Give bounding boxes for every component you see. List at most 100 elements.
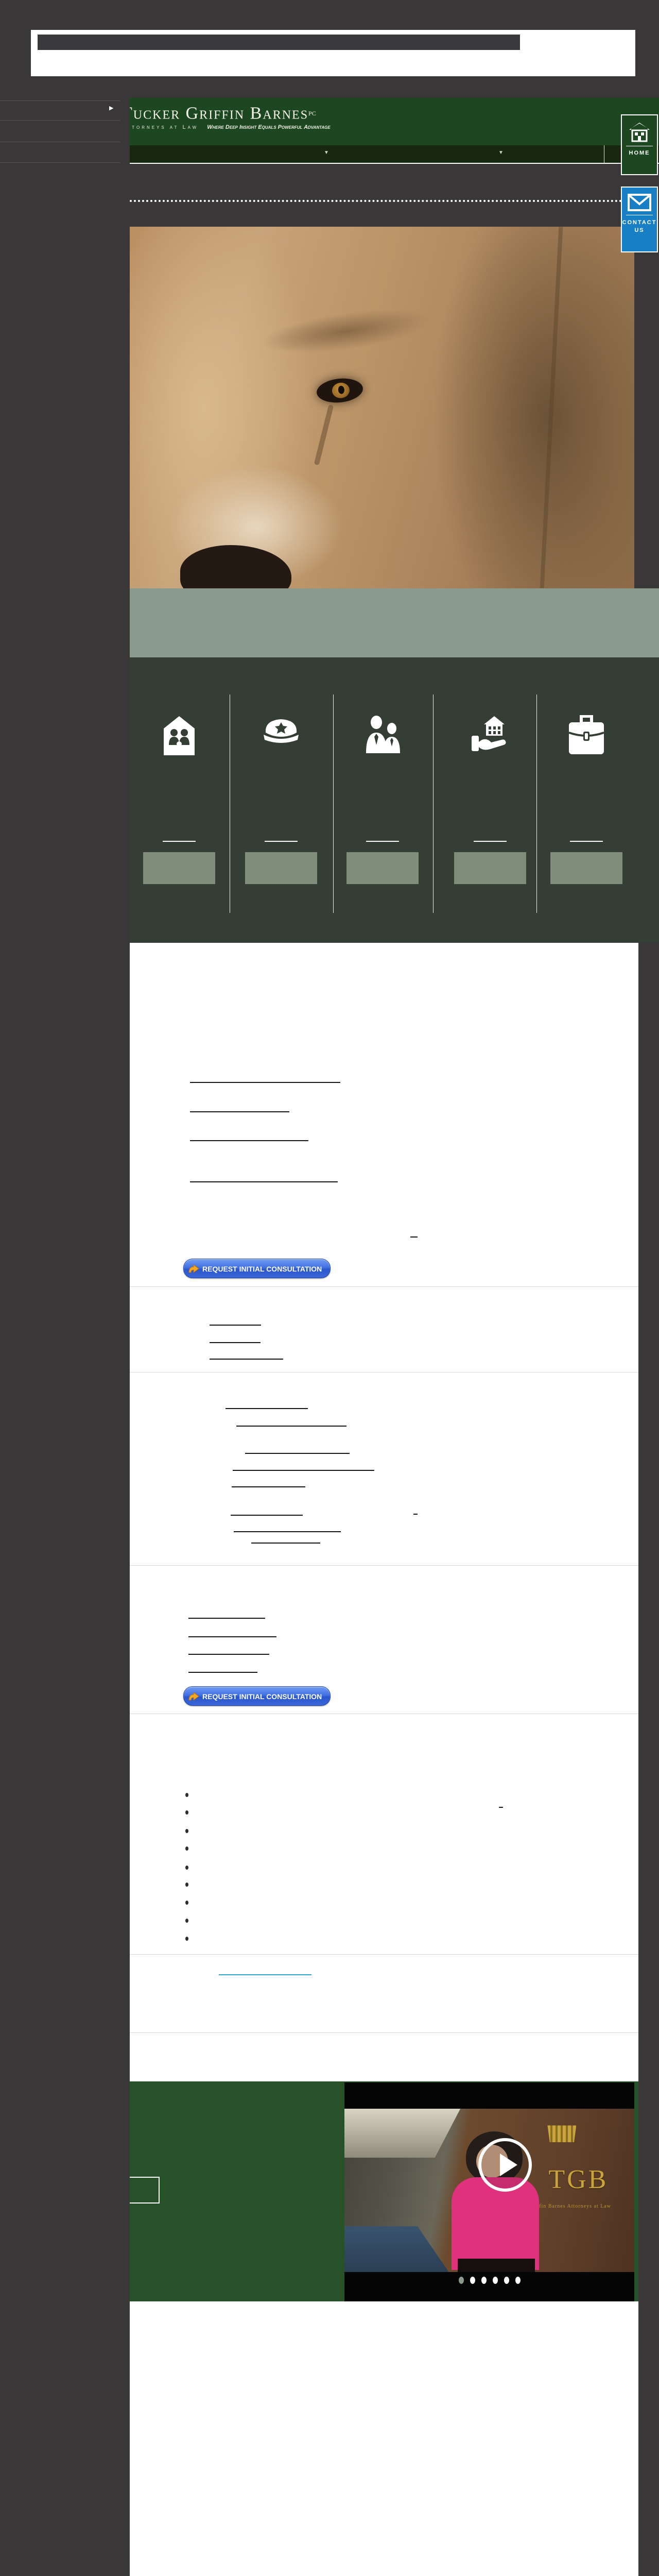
- top-ad-banner-inner: [38, 35, 520, 50]
- site-header: Tucker Griffin BarnesPC Attorneys at Law…: [130, 98, 659, 145]
- icon-underline: [265, 841, 298, 842]
- unloaded-link[interactable]: [245, 1453, 350, 1454]
- list-bullet: [185, 1793, 188, 1797]
- video-section: TGB Tucker Griffin Barnes Attorneys at L…: [130, 2081, 638, 2301]
- home-button-label: HOME: [622, 150, 657, 156]
- lioness-eye: [315, 376, 363, 404]
- home-button[interactable]: HOME: [621, 114, 658, 175]
- sidebar-divider: [0, 120, 120, 121]
- unloaded-link[interactable]: [190, 1111, 289, 1112]
- practice-areas-section: [130, 657, 659, 943]
- list-bullet: [185, 1937, 188, 1941]
- unloaded-link[interactable]: [210, 1359, 283, 1360]
- practice-area-button[interactable]: [143, 852, 215, 884]
- practice-area-button[interactable]: [245, 852, 317, 884]
- chevron-down-icon[interactable]: ▼: [324, 150, 329, 156]
- content-divider: [130, 1565, 638, 1566]
- envelope-icon: [628, 194, 651, 211]
- house-in-hand-icon: [470, 715, 511, 756]
- icon-underline: [570, 841, 603, 842]
- practice-area-business[interactable]: [545, 657, 628, 943]
- list-bullet: [185, 1810, 188, 1815]
- intro-video-player[interactable]: TGB Tucker Griffin Barnes Attorneys at L…: [344, 2082, 634, 2301]
- list-bullet: [185, 1919, 188, 1923]
- practice-area-employment[interactable]: [341, 657, 424, 943]
- icon-underline: [163, 841, 196, 842]
- police-cap-icon: [262, 715, 301, 748]
- list-bullet: [185, 1883, 188, 1887]
- tgb-gold-monogram: TGB: [548, 2164, 608, 2195]
- unloaded-link[interactable]: [234, 1531, 341, 1532]
- request-consultation-button[interactable]: REQUEST INITIAL CONSULTATION: [183, 1259, 331, 1278]
- unloaded-link[interactable]: [231, 1515, 303, 1516]
- brand-tagline: Where Deep Insight Equals Powerful Advan…: [207, 124, 330, 130]
- professionals-icon: [362, 715, 403, 754]
- page-root: ▶ Tucker Griffin BarnesPC Attorneys at L…: [0, 0, 659, 2576]
- sidebar-divider: [0, 100, 120, 101]
- sidebar-divider: [0, 162, 120, 163]
- list-bullet: [185, 1901, 188, 1905]
- unloaded-link[interactable]: [226, 1408, 308, 1409]
- brand-name: Tucker Griffin Barnes: [130, 104, 308, 123]
- request-consultation-label: REQUEST INITIAL CONSULTATION: [202, 1692, 322, 1701]
- brand-pc: PC: [308, 110, 316, 117]
- family-home-icon: [161, 715, 198, 756]
- icon-underline: [366, 841, 399, 842]
- video-dot[interactable]: [515, 2277, 521, 2284]
- testimonial-section: [130, 2301, 638, 2576]
- brand-logo[interactable]: Tucker Griffin BarnesPC Attorneys at Law…: [130, 104, 418, 144]
- sage-band: [130, 588, 659, 657]
- main-content: [130, 943, 638, 2081]
- unloaded-link[interactable]: [188, 1636, 276, 1637]
- dotted-divider: [130, 200, 634, 202]
- icon-underline: [474, 841, 507, 842]
- unloaded-link[interactable]: [190, 1181, 338, 1182]
- unloaded-link[interactable]: [210, 1342, 261, 1343]
- unloaded-link[interactable]: [251, 1543, 320, 1544]
- contact-us-button[interactable]: CONTACT US: [621, 187, 658, 252]
- practice-area-criminal[interactable]: [240, 657, 322, 943]
- unloaded-link[interactable]: [233, 1470, 374, 1471]
- sidebar-expand-arrow-icon[interactable]: ▶: [109, 106, 113, 111]
- unloaded-link[interactable]: [188, 1672, 257, 1673]
- watch-video-outline-button[interactable]: [130, 2177, 160, 2204]
- unloaded-link[interactable]: [410, 1236, 418, 1238]
- column-divider: [333, 694, 334, 913]
- list-bullet: [185, 1846, 188, 1851]
- video-dot[interactable]: [504, 2277, 509, 2284]
- list-bullet: [185, 1829, 188, 1833]
- practice-area-family[interactable]: [138, 657, 220, 943]
- tgb-pillar-emblem: [547, 2122, 576, 2142]
- video-dot[interactable]: [470, 2277, 475, 2284]
- video-dot[interactable]: [493, 2277, 498, 2284]
- unloaded-link[interactable]: [190, 1140, 308, 1141]
- unloaded-teal-link[interactable]: [219, 1974, 311, 1975]
- column-divider: [536, 694, 537, 913]
- chevron-down-icon[interactable]: ▼: [498, 150, 504, 156]
- unloaded-link[interactable]: [232, 1486, 305, 1487]
- video-dot[interactable]: [481, 2277, 487, 2284]
- practice-area-button[interactable]: [550, 852, 622, 884]
- video-dot[interactable]: [459, 2277, 464, 2284]
- unloaded-link[interactable]: [236, 1426, 346, 1427]
- play-icon: [500, 2154, 517, 2176]
- request-consultation-label: REQUEST INITIAL CONSULTATION: [202, 1265, 322, 1273]
- house-icon: [628, 122, 651, 142]
- practice-area-button[interactable]: [454, 852, 526, 884]
- unloaded-link[interactable]: [188, 1618, 265, 1619]
- unloaded-link[interactable]: [499, 1807, 503, 1808]
- main-nav[interactable]: ▼ ▼: [130, 145, 659, 164]
- unloaded-link[interactable]: [413, 1514, 418, 1515]
- contact-us-label: CONTACT US: [622, 219, 657, 234]
- practice-area-real-estate[interactable]: [449, 657, 531, 943]
- play-button[interactable]: [478, 2138, 532, 2192]
- briefcase-icon: [567, 715, 606, 755]
- video-thumbnail: TGB Tucker Griffin Barnes Attorneys at L…: [344, 2109, 634, 2272]
- unloaded-link[interactable]: [210, 1325, 261, 1326]
- practice-area-button[interactable]: [346, 852, 419, 884]
- unloaded-link[interactable]: [190, 1082, 340, 1083]
- list-bullet: [185, 1866, 188, 1870]
- request-consultation-button[interactable]: REQUEST INITIAL CONSULTATION: [183, 1686, 331, 1706]
- unloaded-link[interactable]: [188, 1654, 269, 1655]
- brand-attorneys: Attorneys at Law: [130, 124, 198, 130]
